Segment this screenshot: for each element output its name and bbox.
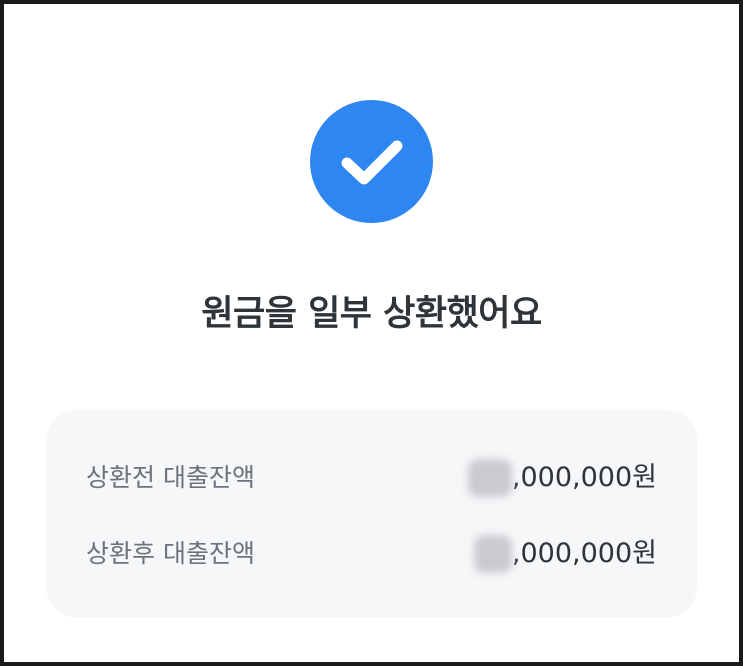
check-icon bbox=[341, 140, 403, 185]
redacted-digits bbox=[467, 459, 512, 497]
balance-after-value: ,000,000원 bbox=[473, 534, 657, 574]
balance-after-amount: ,000,000원 bbox=[511, 538, 657, 569]
loan-balance-summary: 상환전 대출잔액 ,000,000원 상환후 대출잔액 ,000,000원 bbox=[46, 410, 697, 617]
balance-before-amount: ,000,000원 bbox=[511, 462, 657, 493]
balance-after-row: 상환후 대출잔액 ,000,000원 bbox=[86, 534, 657, 574]
balance-after-label: 상환후 대출잔액 bbox=[86, 539, 255, 568]
balance-before-row: 상환전 대출잔액 ,000,000원 bbox=[86, 458, 657, 498]
repayment-complete-screen: 원금을 일부 상환했어요 상환전 대출잔액 ,000,000원 상환후 대출잔액… bbox=[4, 4, 739, 662]
redacted-digits bbox=[473, 535, 512, 573]
balance-before-label: 상환전 대출잔액 bbox=[86, 463, 255, 492]
balance-before-value: ,000,000원 bbox=[467, 458, 657, 498]
page-title: 원금을 일부 상환했어요 bbox=[201, 294, 542, 334]
success-badge bbox=[310, 100, 433, 223]
